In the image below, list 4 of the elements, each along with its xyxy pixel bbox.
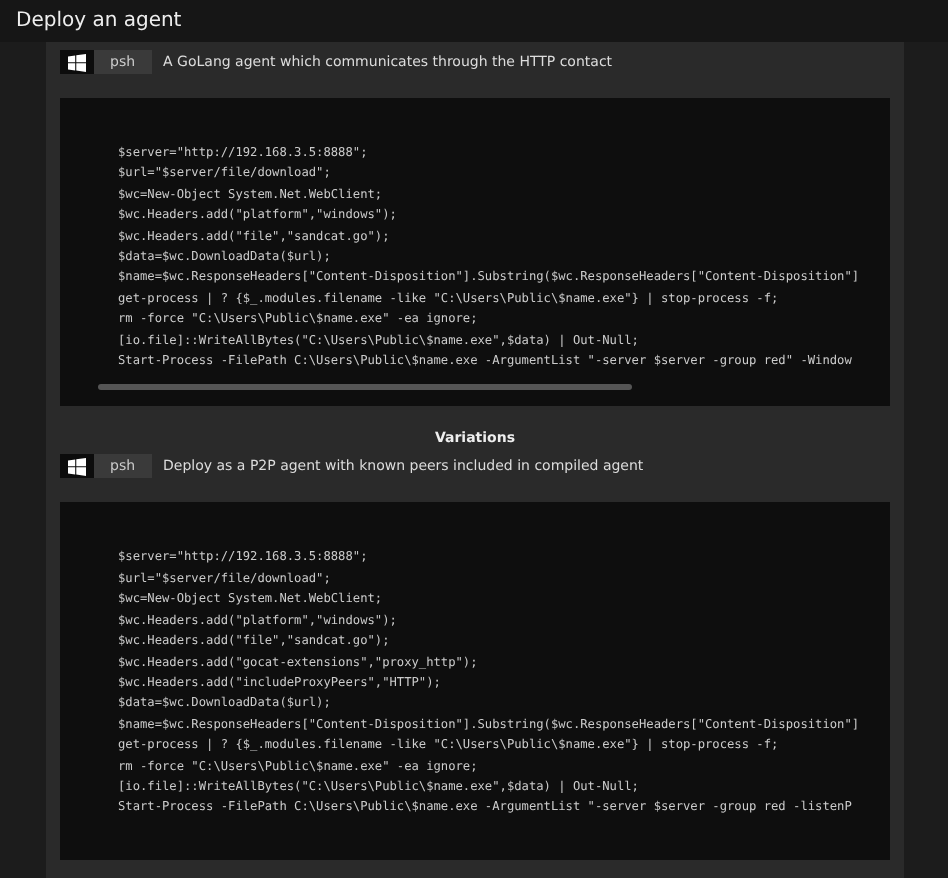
window-title: Deploy an agent [16,10,182,32]
scrollbar-thumb[interactable] [98,384,632,391]
windows-icon [60,454,94,479]
windows-icon [60,50,94,74]
